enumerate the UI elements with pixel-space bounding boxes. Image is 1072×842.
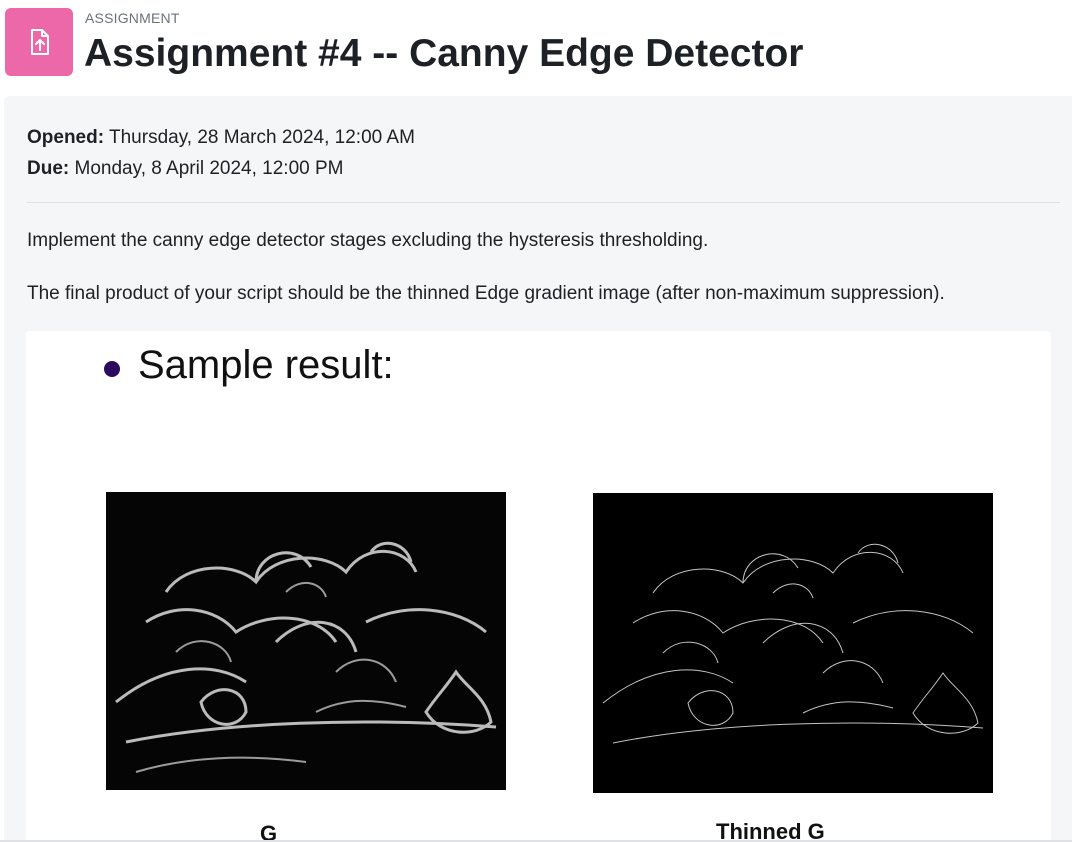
page-title: Assignment #4 -- Canny Edge Detector — [84, 32, 804, 75]
assignment-page: ASSIGNMENT Assignment #4 -- Canny Edge D… — [0, 0, 1072, 842]
sample-heading: Sample result: — [138, 343, 394, 387]
thinned-gradient-image — [593, 493, 993, 793]
file-upload-icon — [5, 8, 73, 76]
caption-thinned-g: Thinned G — [716, 819, 825, 842]
gradient-image — [106, 492, 506, 790]
activity-dates: Opened: Thursday, 28 March 2024, 12:00 A… — [27, 122, 415, 184]
due-date-row: Due: Monday, 8 April 2024, 12:00 PM — [27, 153, 415, 184]
caption-g: G — [260, 821, 278, 842]
opened-value: Thursday, 28 March 2024, 12:00 AM — [109, 127, 415, 148]
bullet-icon — [104, 361, 120, 377]
description-line-1: Implement the canny edge detector stages… — [27, 230, 709, 251]
due-value: Monday, 8 April 2024, 12:00 PM — [74, 158, 344, 179]
description-line-2: The final product of your script should … — [27, 283, 945, 304]
sample-result-image: Sample result: G Thinned G — [26, 331, 1051, 842]
activity-type-label: ASSIGNMENT — [85, 10, 180, 26]
due-label: Due: — [27, 158, 70, 179]
divider — [27, 202, 1060, 203]
opened-date-row: Opened: Thursday, 28 March 2024, 12:00 A… — [27, 122, 415, 153]
opened-label: Opened: — [27, 127, 105, 148]
